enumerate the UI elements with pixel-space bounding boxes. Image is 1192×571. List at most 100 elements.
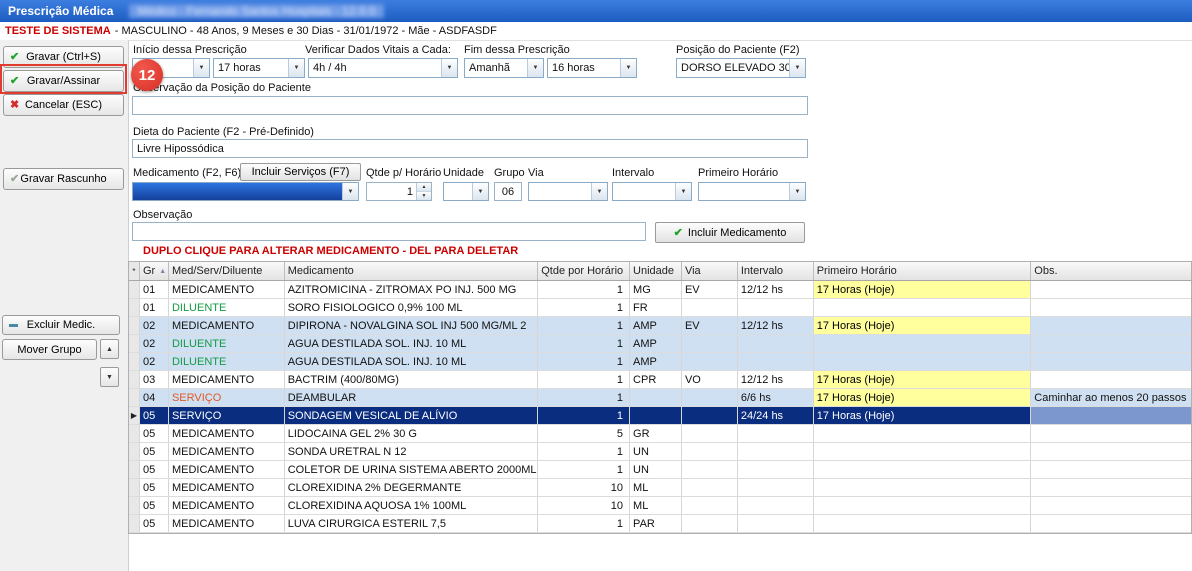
row-selector	[129, 299, 140, 316]
row-selector	[129, 317, 140, 334]
cell-obs	[1031, 407, 1191, 424]
primeiro-horario-select[interactable]: ▼	[698, 182, 806, 201]
unidade-label: Unidade	[443, 167, 484, 179]
cell-gr: 05	[140, 425, 169, 442]
cell-primeiro_horario	[814, 353, 1032, 370]
cell-via: EV	[682, 317, 738, 334]
cell-via	[682, 497, 738, 514]
table-row[interactable]: 05MEDICAMENTOCOLETOR DE URINA SISTEMA AB…	[129, 461, 1191, 479]
cell-gr: 02	[140, 335, 169, 352]
grupo-input[interactable]	[494, 182, 522, 201]
dados-vitais-select[interactable]: 4h / 4h ▼	[308, 58, 458, 78]
medicamento-label: Medicamento (F2, F6)	[133, 167, 241, 179]
fim-dia-select[interactable]: Amanhã ▼	[464, 58, 544, 78]
grid-header-unidade[interactable]: Unidade	[630, 262, 682, 280]
gravar-rascunho-button[interactable]: ✔ Gravar Rascunho	[3, 168, 124, 190]
chevron-down-icon: ▼	[591, 183, 607, 200]
incluir-medicamento-button[interactable]: ✔ Incluir Medicamento	[655, 222, 805, 243]
table-row[interactable]: ▶05SERVIÇOSONDAGEM VESICAL DE ALÍVIO124/…	[129, 407, 1191, 425]
row-selector	[129, 281, 140, 298]
window-subtitle: Médico - Fernando Santos Hospitais - 12.…	[129, 4, 383, 18]
row-selector	[129, 443, 140, 460]
grid-header-medicamento[interactable]: Medicamento	[285, 262, 539, 280]
cell-primeiro_horario: 17 Horas (Hoje)	[814, 317, 1032, 334]
cell-gr: 05	[140, 479, 169, 496]
cell-tipo: MEDICAMENTO	[169, 443, 285, 460]
table-row[interactable]: 01DILUENTESORO FISIOLOGICO 0,9% 100 ML1F…	[129, 299, 1191, 317]
table-row[interactable]: 02DILUENTEAGUA DESTILADA SOL. INJ. 10 ML…	[129, 335, 1191, 353]
table-row[interactable]: 05MEDICAMENTOCLOREXIDINA 2% DEGERMANTE10…	[129, 479, 1191, 497]
cell-qtde: 10	[538, 497, 630, 514]
incluir-servicos-button[interactable]: Incluir Serviços (F7)	[240, 163, 361, 181]
table-row[interactable]: 04SERVIÇODEAMBULAR16/6 hs17 Horas (Hoje)…	[129, 389, 1191, 407]
move-group-down-button[interactable]: ▼	[100, 367, 119, 387]
qtde-stepper[interactable]: 1 ▲ ▼	[366, 182, 432, 201]
excluir-medic-button-label: Excluir Medic.	[27, 319, 95, 331]
cell-primeiro_horario	[814, 479, 1032, 496]
cell-medicamento: DIPIRONA - NOVALGINA SOL INJ 500 MG/ML 2	[285, 317, 539, 334]
cell-unidade: AMP	[630, 353, 682, 370]
posicao-select[interactable]: DORSO ELEVADO 30 G ▼	[676, 58, 806, 78]
cell-gr: 05	[140, 443, 169, 460]
cell-qtde: 1	[538, 407, 630, 424]
cell-gr: 05	[140, 461, 169, 478]
table-row[interactable]: 05MEDICAMENTOSONDA URETRAL N 121UN	[129, 443, 1191, 461]
grid-header-primeiro-horario[interactable]: Primeiro Horário	[814, 262, 1032, 280]
intervalo-select[interactable]: ▼	[612, 182, 692, 201]
gravar-assinar-button[interactable]: ✔ Gravar/Assinar	[3, 70, 124, 92]
cell-qtde: 1	[538, 371, 630, 388]
cell-gr: 02	[140, 317, 169, 334]
intervalo-label: Intervalo	[612, 167, 654, 179]
inicio-hora-select[interactable]: 17 horas ▼	[213, 58, 305, 78]
cell-gr: 05	[140, 497, 169, 514]
grid-header-obs[interactable]: Obs.	[1031, 262, 1191, 280]
gravar-assinar-button-label: Gravar/Assinar	[27, 75, 100, 87]
via-select[interactable]: ▼	[528, 182, 608, 201]
dieta-input[interactable]	[132, 139, 808, 158]
cell-obs: Caminhar ao menos 20 passos	[1031, 389, 1191, 406]
fim-hora-select[interactable]: 16 horas ▼	[547, 58, 637, 78]
patient-bar: TESTE DE SISTEMA - MASCULINO - 48 Anos, …	[0, 22, 1192, 41]
cell-via	[682, 389, 738, 406]
cell-obs	[1031, 299, 1191, 316]
table-row[interactable]: 05MEDICAMENTOLIDOCAINA GEL 2% 30 G5GR	[129, 425, 1191, 443]
table-row[interactable]: 05MEDICAMENTOCLOREXIDINA AQUOSA 1% 100ML…	[129, 497, 1191, 515]
table-row[interactable]: 03MEDICAMENTOBACTRIM (400/80MG)1CPRVO12/…	[129, 371, 1191, 389]
gravar-button[interactable]: ✔ Gravar (Ctrl+S)	[3, 46, 124, 68]
check-icon: ✔	[674, 226, 683, 239]
table-row[interactable]: 02MEDICAMENTODIPIRONA - NOVALGINA SOL IN…	[129, 317, 1191, 335]
sort-asc-icon: ▲	[159, 268, 166, 275]
cell-tipo: MEDICAMENTO	[169, 317, 285, 334]
grid-header-gr[interactable]: Gr ▲	[140, 262, 169, 280]
table-row[interactable]: 05MEDICAMENTOLUVA CIRURGICA ESTERIL 7,51…	[129, 515, 1191, 533]
medicamento-select[interactable]: ▼	[132, 182, 359, 201]
spin-up-icon[interactable]: ▲	[417, 183, 431, 192]
mover-grupo-button[interactable]: Mover Grupo	[2, 339, 97, 360]
obs-posicao-input[interactable]	[132, 96, 808, 115]
cell-unidade: UN	[630, 461, 682, 478]
cell-intervalo	[738, 299, 814, 316]
spin-down-icon[interactable]: ▼	[417, 192, 431, 200]
grid-header-intervalo[interactable]: Intervalo	[738, 262, 814, 280]
grid-header-tipo[interactable]: Med/Serv/Diluente	[169, 262, 285, 280]
grid-header: * Gr ▲ Med/Serv/Diluente Medicamento Qtd…	[129, 262, 1191, 281]
cell-obs	[1031, 479, 1191, 496]
table-row[interactable]: 01MEDICAMENTOAZITROMICINA - ZITROMAX PO …	[129, 281, 1191, 299]
cell-primeiro_horario	[814, 335, 1032, 352]
dieta-label: Dieta do Paciente (F2 - Pré-Definido)	[133, 126, 314, 138]
cell-tipo: MEDICAMENTO	[169, 281, 285, 298]
move-group-up-button[interactable]: ▲	[100, 339, 119, 359]
observacao-input[interactable]	[132, 222, 646, 241]
grid-body: 01MEDICAMENTOAZITROMICINA - ZITROMAX PO …	[129, 281, 1191, 533]
excluir-medic-button[interactable]: Excluir Medic.	[2, 315, 120, 335]
sidebar: ✔ Gravar (Ctrl+S) ✔ Gravar/Assinar ✖ Can…	[0, 40, 129, 571]
cancelar-button[interactable]: ✖ Cancelar (ESC)	[3, 94, 124, 116]
fim-label: Fim dessa Prescrição	[464, 44, 570, 56]
chevron-down-icon: ▼	[472, 183, 488, 200]
unidade-select[interactable]: ▼	[443, 182, 489, 201]
cell-tipo: DILUENTE	[169, 335, 285, 352]
grid-header-qtde[interactable]: Qtde por Horário	[538, 262, 630, 280]
cell-via	[682, 353, 738, 370]
grid-header-via[interactable]: Via	[682, 262, 738, 280]
table-row[interactable]: 02DILUENTEAGUA DESTILADA SOL. INJ. 10 ML…	[129, 353, 1191, 371]
